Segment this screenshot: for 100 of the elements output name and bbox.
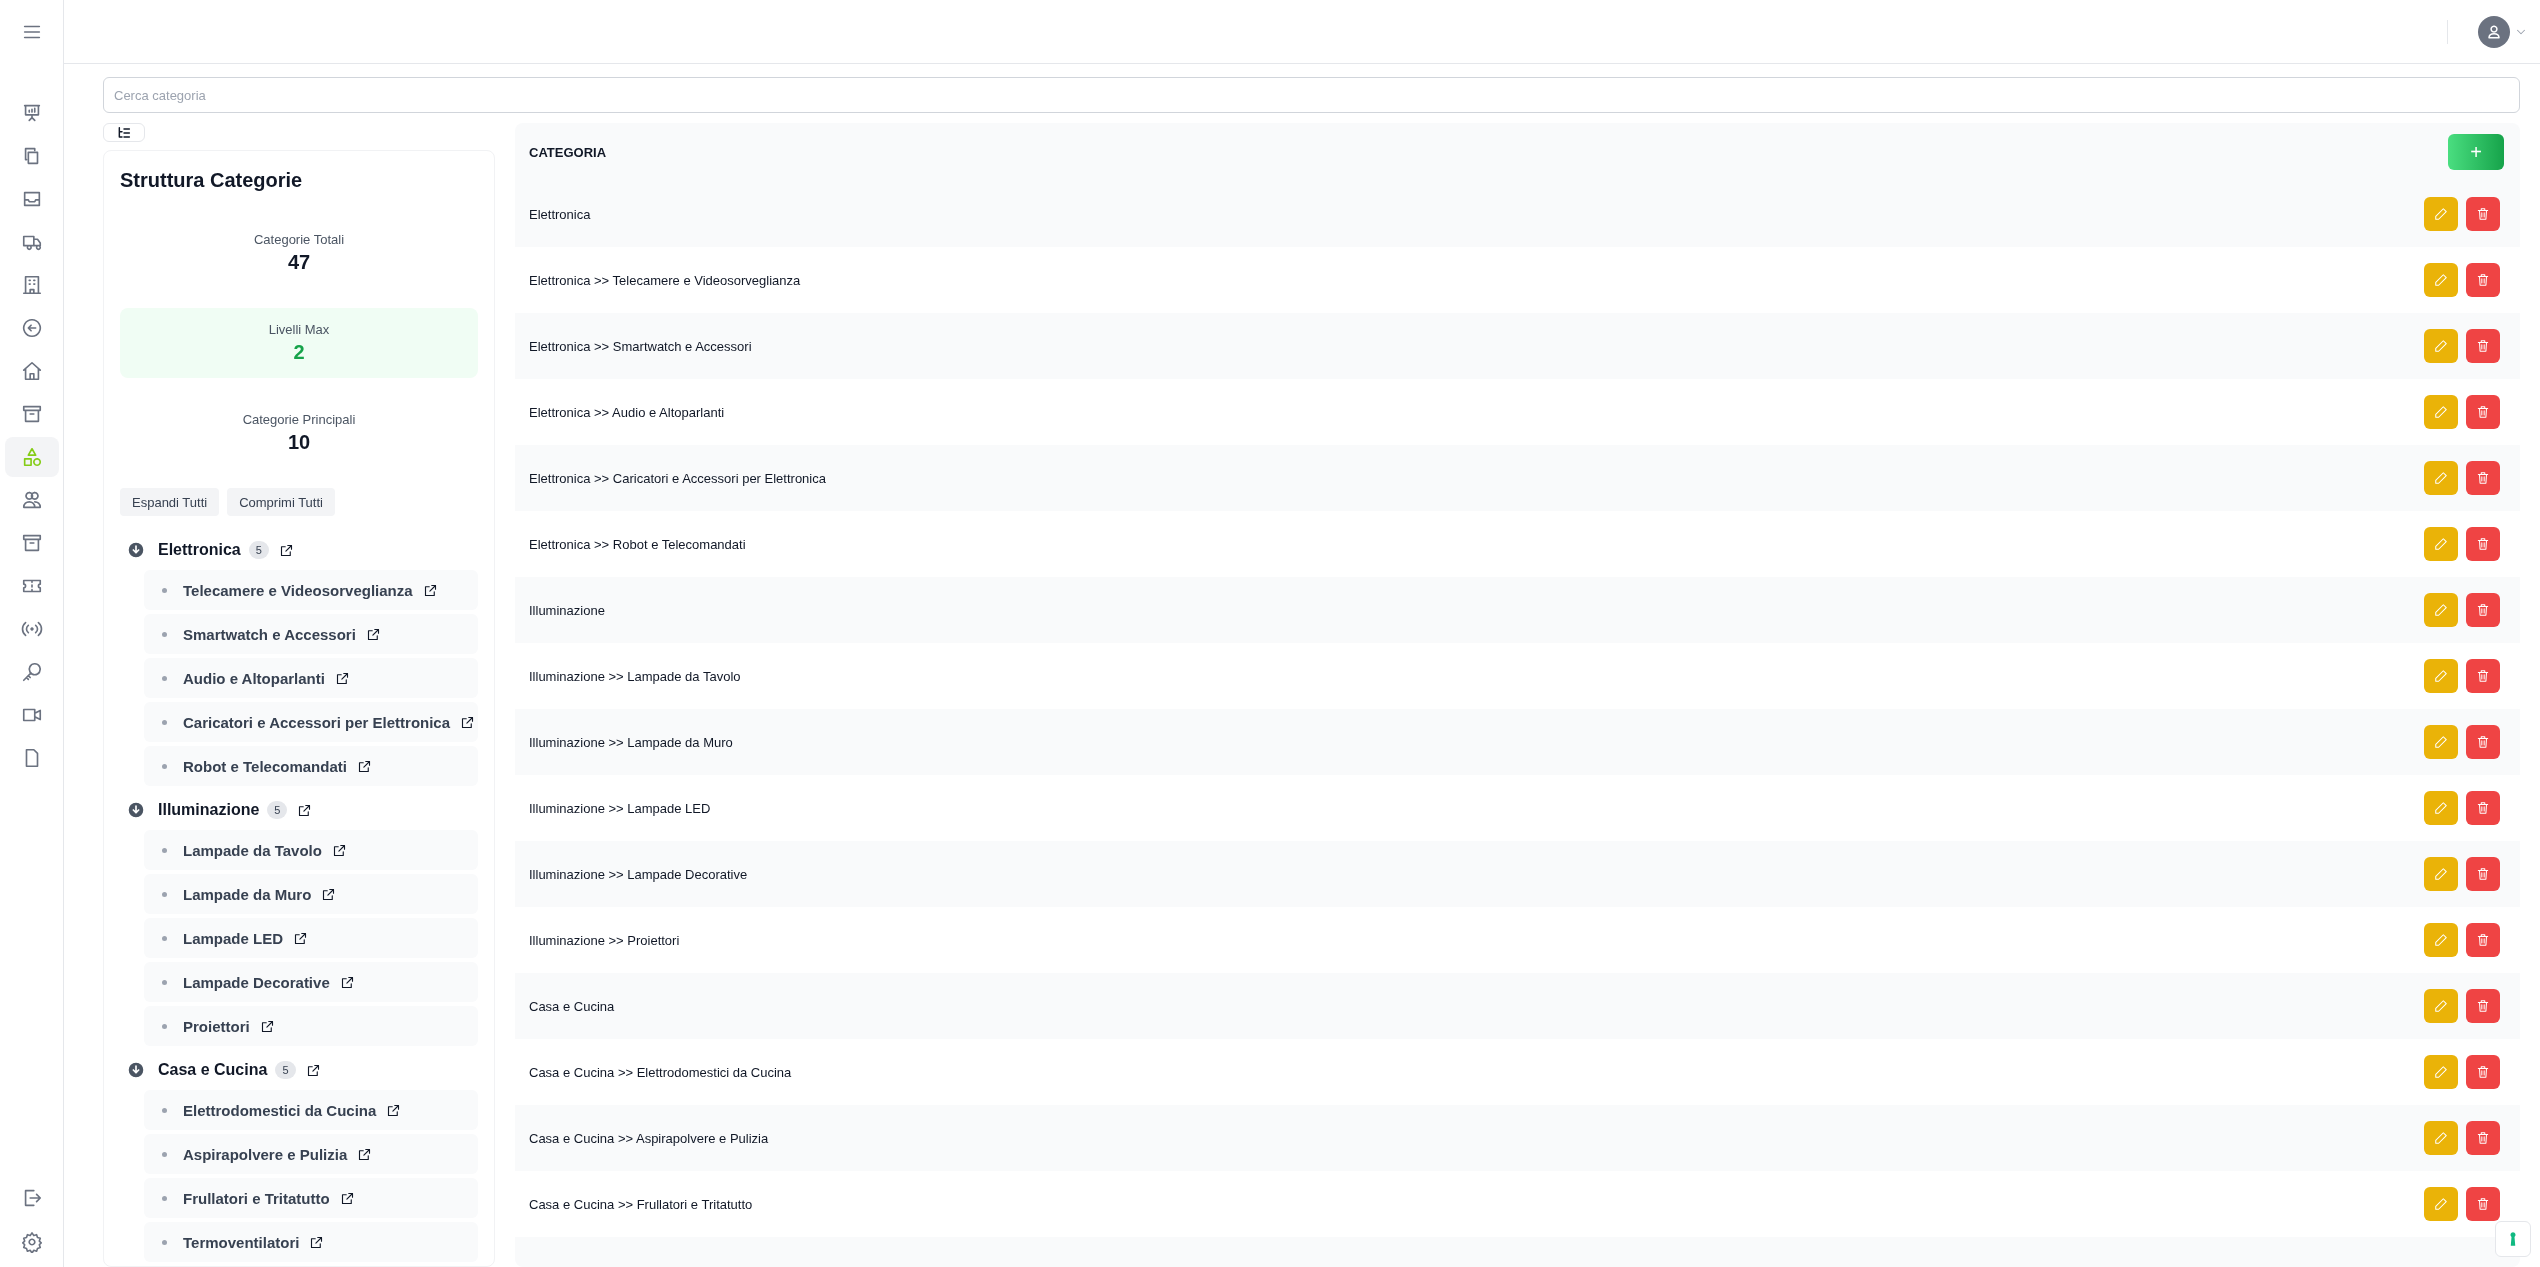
table-cell-text: Elettronica >> Smartwatch e Accessori — [529, 338, 753, 354]
bullet-icon — [162, 1239, 167, 1245]
subcategory-name[interactable]: Smartwatch e Accessori — [183, 625, 356, 643]
subcategory-item[interactable]: Lampade Decorative — [144, 962, 478, 1002]
table-cell-text: Illuminazione >> Lampade LED — [529, 800, 712, 816]
count-badge: 5 — [275, 1061, 296, 1079]
subcategory-item[interactable]: Frullatori e Tritatutto — [144, 1178, 478, 1218]
subcategory-item[interactable]: Proiettori — [144, 1006, 478, 1046]
external-link-icon[interactable] — [356, 758, 372, 774]
bullet-icon — [162, 1023, 167, 1029]
external-link-icon[interactable] — [386, 1102, 402, 1118]
subcategory-name[interactable]: Lampade da Tavolo — [183, 841, 322, 859]
external-link-icon[interactable] — [259, 1018, 275, 1034]
external-link-icon[interactable] — [305, 1062, 321, 1078]
delete-button[interactable] — [2466, 395, 2500, 429]
subcategory-name[interactable]: Lampade LED — [183, 929, 284, 947]
subcategory-item[interactable]: Elettrodomestici da Cucina — [144, 1090, 478, 1130]
subcategory-item[interactable]: Termoventilatori — [144, 1222, 478, 1262]
external-link-icon[interactable] — [309, 1234, 325, 1250]
subcategory-name[interactable]: Lampade da Muro — [183, 885, 312, 903]
external-link-icon[interactable] — [339, 974, 355, 990]
subcategory-name[interactable]: Audio e Altoparlanti — [183, 669, 325, 687]
external-link-icon[interactable] — [293, 930, 309, 946]
bullet-icon — [162, 891, 167, 897]
subcategory-item[interactable]: Lampade da Muro — [144, 874, 478, 914]
subcategory-name[interactable]: Caricatori e Accessori per Elettronica — [183, 713, 451, 731]
external-link-icon[interactable] — [460, 714, 476, 730]
collapse-circle-icon[interactable] — [128, 1062, 144, 1078]
tree-list-icon — [116, 124, 132, 141]
subcategory-item[interactable]: Smartwatch e Accessori — [144, 614, 478, 654]
tree-action-button[interactable]: Comprimi Tutti — [227, 488, 335, 516]
stat-label: Categorie Principali — [242, 412, 356, 427]
collapse-circle-icon[interactable] — [128, 802, 144, 818]
table-cell-text: Illuminazione >> Lampade da Tavolo — [529, 668, 742, 684]
delete-button[interactable] — [2466, 725, 2500, 759]
delete-button[interactable] — [2466, 989, 2500, 1023]
pencil-icon — [2434, 603, 2448, 617]
external-link-icon[interactable] — [278, 542, 294, 558]
category-name[interactable]: Elettronica — [158, 541, 241, 559]
subcategory-name[interactable]: Elettrodomestici da Cucina — [183, 1101, 377, 1119]
delete-button[interactable] — [2466, 857, 2500, 891]
external-link-icon[interactable] — [334, 670, 350, 686]
pencil-icon — [2434, 999, 2448, 1013]
subcategory-name[interactable]: Telecamere e Videosorveglianza — [183, 581, 413, 599]
category-name[interactable]: Illuminazione — [158, 801, 260, 819]
delete-button[interactable] — [2466, 923, 2500, 957]
scroll-top-button[interactable] — [2495, 1221, 2531, 1257]
tree-action-button[interactable]: Espandi Tutti — [120, 488, 220, 516]
settings-icon[interactable] — [20, 1231, 43, 1253]
trash-icon — [2476, 999, 2490, 1013]
subcategory-item[interactable]: Telecamere e Videosorveglianza — [144, 570, 478, 610]
external-link-icon[interactable] — [365, 626, 381, 642]
pencil-icon — [2434, 273, 2448, 287]
delete-button[interactable] — [2466, 1055, 2500, 1089]
trash-icon — [2476, 603, 2490, 617]
subcategory-item[interactable]: Caricatori e Accessori per Elettronica — [144, 702, 478, 742]
external-link-icon[interactable] — [297, 802, 313, 818]
subcategory-item[interactable]: Lampade da Tavolo — [144, 830, 478, 870]
bullet-icon — [162, 1195, 167, 1201]
delete-button[interactable] — [2466, 197, 2500, 231]
subcategory-name[interactable]: Robot e Telecomandati — [183, 757, 347, 775]
delete-button[interactable] — [2466, 1187, 2500, 1221]
delete-button[interactable] — [2466, 659, 2500, 693]
external-link-icon[interactable] — [357, 1146, 373, 1162]
subcategory-name[interactable]: Termoventilatori — [183, 1233, 300, 1251]
delete-button[interactable] — [2466, 1121, 2500, 1155]
delete-button[interactable] — [2466, 791, 2500, 825]
table-cell-text: Casa e Cucina >> Elettrodomestici da Cucina — [529, 1064, 793, 1080]
collapse-circle-icon[interactable] — [128, 542, 144, 558]
pencil-icon — [2434, 471, 2448, 485]
stat-label: Livelli Max — [268, 322, 330, 337]
delete-button[interactable] — [2466, 263, 2500, 297]
table-cell-text: Casa e Cucina >> Aspirapolvere e Pulizia — [529, 1130, 770, 1146]
delete-button[interactable] — [2466, 461, 2500, 495]
subcategory-name[interactable]: Frullatori e Tritatutto — [183, 1189, 330, 1207]
table-cell-text: Casa e Cucina — [529, 998, 616, 1014]
subcategory-name[interactable]: Aspirapolvere e Pulizia — [183, 1145, 348, 1163]
stat-label: Categorie Totali — [253, 232, 345, 247]
external-link-icon[interactable] — [321, 886, 337, 902]
subcategory-name[interactable]: Lampade Decorative — [183, 973, 330, 991]
subcategory-item[interactable]: Robot e Telecomandati — [144, 746, 478, 786]
subcategory-name[interactable]: Proiettori — [183, 1017, 250, 1035]
external-link-icon[interactable] — [339, 1190, 355, 1206]
pencil-icon — [2434, 669, 2448, 683]
avatar-icon[interactable] — [2478, 15, 2510, 48]
tree-view-button[interactable] — [103, 123, 145, 142]
table-cell-text: Illuminazione >> Lampade Decorative — [529, 866, 749, 882]
bullet-icon — [162, 979, 167, 985]
delete-button[interactable] — [2466, 329, 2500, 363]
pencil-icon — [2434, 339, 2448, 353]
trash-icon — [2476, 933, 2490, 947]
subcategory-item[interactable]: Lampade LED — [144, 918, 478, 958]
delete-button[interactable] — [2466, 527, 2500, 561]
delete-button[interactable] — [2466, 593, 2500, 627]
subcategory-item[interactable]: Audio e Altoparlanti — [144, 658, 478, 698]
subcategory-item[interactable]: Aspirapolvere e Pulizia — [144, 1134, 478, 1174]
search-field[interactable]: Cerca categoria — [103, 77, 2520, 113]
category-name[interactable]: Casa e Cucina — [158, 1061, 268, 1079]
external-link-icon[interactable] — [422, 582, 438, 598]
external-link-icon[interactable] — [331, 842, 347, 858]
